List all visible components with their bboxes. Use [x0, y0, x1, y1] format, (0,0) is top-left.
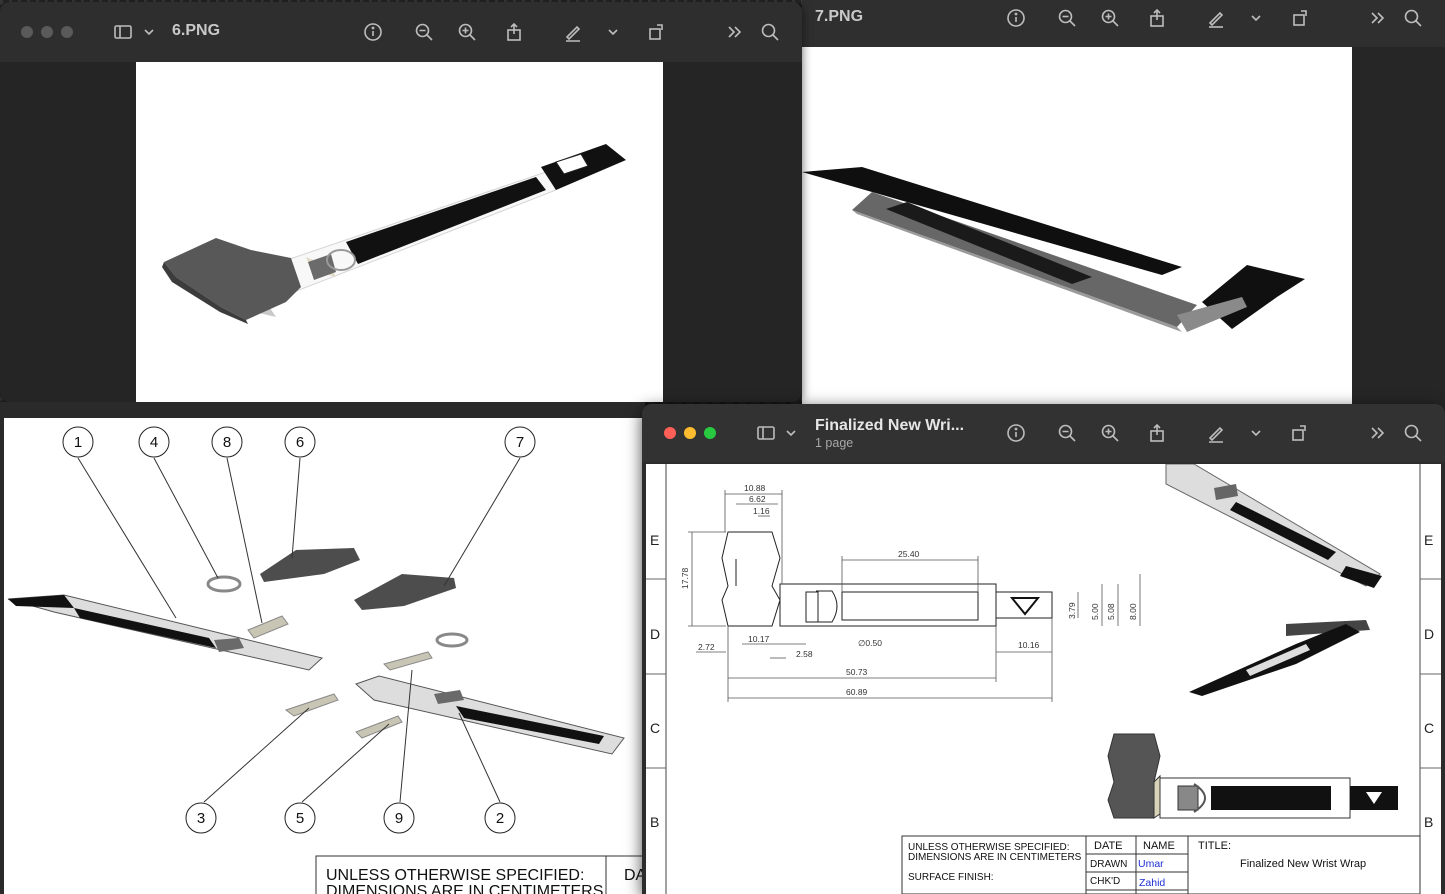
titlebar[interactable]: 6.PNG — [0, 2, 802, 62]
search-icon[interactable] — [1401, 421, 1425, 445]
search-icon[interactable] — [1401, 6, 1425, 30]
chevron-down-icon[interactable] — [137, 20, 161, 44]
notes-line-2: DIMENSIONS ARE IN CENTIMETERS — [326, 883, 603, 894]
chevron-down-icon[interactable] — [601, 20, 625, 44]
balloon-4: 4 — [150, 434, 158, 451]
dim-5-08: 5.08 — [1106, 603, 1116, 620]
share-icon[interactable] — [502, 20, 526, 44]
rotate-icon[interactable] — [1289, 6, 1313, 30]
dim-10-16: 10.16 — [1018, 640, 1040, 650]
dim-3-79: 3.79 — [1067, 602, 1077, 619]
tb-col-name: NAME — [1143, 840, 1175, 852]
dim-17-78: 17.78 — [680, 567, 690, 589]
balloon-2: 2 — [496, 810, 504, 827]
titlebar[interactable]: 7.PNG — [802, 0, 1445, 47]
markup-pen-icon[interactable] — [561, 20, 585, 44]
minimize-button[interactable] — [684, 427, 696, 439]
sidebar-icon[interactable] — [754, 421, 778, 445]
markup-pen-icon[interactable] — [1204, 6, 1228, 30]
tb-row-drawn: DRAWN — [1090, 859, 1127, 870]
tb-chkd-name: Zahid — [1139, 877, 1165, 889]
zoom-in-icon[interactable] — [455, 20, 479, 44]
dim-1-16: 1.16 — [753, 506, 770, 516]
preview-window-7[interactable]: 7.PNG — [802, 0, 1445, 405]
zoom-out-icon[interactable] — [412, 20, 436, 44]
balloon-8: 8 — [223, 434, 231, 451]
page-count: 1 page — [815, 436, 854, 450]
zoom-in-icon[interactable] — [1098, 421, 1122, 445]
chevron-down-icon[interactable] — [779, 421, 803, 445]
info-icon[interactable] — [1004, 6, 1028, 30]
window-title: 6.PNG — [172, 22, 221, 39]
minimize-button[interactable] — [41, 26, 53, 38]
balloon-6: 6 — [296, 434, 304, 451]
preview-window-6[interactable]: 6.PNG — [0, 2, 802, 402]
dim-10-17: 10.17 — [748, 634, 770, 644]
zoom-button[interactable] — [61, 26, 73, 38]
balloon-7: 7 — [516, 434, 524, 451]
info-icon[interactable] — [1004, 421, 1028, 445]
tb-title-label: TITLE: — [1198, 840, 1231, 852]
notes-line-1: UNLESS OTHERWISE SPECIFIED: — [326, 867, 584, 884]
tb-notes-line-2: DIMENSIONS ARE IN CENTIMETERS — [908, 852, 1082, 863]
dim-8-00: 8.00 — [1128, 603, 1138, 620]
tb-col-date: DATE — [1094, 840, 1123, 852]
titlebar[interactable]: Finalized New Wri... 1 page — [642, 404, 1445, 462]
more-chevrons-icon[interactable] — [1366, 6, 1390, 30]
wrist-wrap-render-side — [802, 167, 1305, 332]
image-canvas — [136, 62, 663, 402]
dim-10-88: 10.88 — [744, 483, 766, 493]
tb-surface-finish: SURFACE FINISH: — [908, 872, 994, 883]
more-chevrons-icon[interactable] — [1366, 421, 1390, 445]
image-canvas — [802, 47, 1352, 405]
zoom-out-icon[interactable] — [1055, 421, 1079, 445]
more-chevrons-icon[interactable] — [723, 20, 747, 44]
tb-drawn-name: Umar — [1138, 858, 1164, 870]
close-button[interactable] — [664, 427, 676, 439]
dim-hole-0-50: ∅0.50 — [858, 638, 882, 648]
window-title: Finalized New Wri... — [815, 417, 965, 434]
exploded-assembly-drawing: 1 4 8 6 7 3 5 9 2 UNLESS OTHERWISE SPECI… — [7, 426, 645, 894]
zoom-button[interactable] — [704, 427, 716, 439]
chevron-down-icon[interactable] — [1244, 421, 1268, 445]
dim-2-72: 2.72 — [698, 642, 715, 652]
rotate-icon[interactable] — [1288, 421, 1312, 445]
dim-25-40: 25.40 — [898, 549, 920, 559]
wrist-wrap-render-top — [162, 144, 626, 324]
close-button[interactable] — [21, 26, 33, 38]
info-icon[interactable] — [361, 20, 385, 44]
share-icon[interactable] — [1145, 6, 1169, 30]
balloon-9: 9 — [395, 810, 403, 827]
chevron-down-icon[interactable] — [1244, 6, 1268, 30]
exploded-view-window[interactable]: 1 4 8 6 7 3 5 9 2 UNLESS OTHERWISE SPECI… — [0, 402, 645, 894]
engineering-drawing: 10.88 6.62 1.16 17.78 25.40 3.79 5.00 5.… — [646, 464, 1441, 894]
tb-row-chkd: CHK'D — [1090, 876, 1120, 887]
sidebar-icon[interactable] — [111, 20, 135, 44]
preview-window-finalized[interactable]: Finalized New Wri... 1 page E D C B E D … — [642, 404, 1445, 894]
window-controls — [21, 26, 73, 38]
zoom-in-icon[interactable] — [1098, 6, 1122, 30]
balloon-5: 5 — [296, 810, 304, 827]
markup-pen-icon[interactable] — [1204, 421, 1228, 445]
tb-title-value: Finalized New Wrist Wrap — [1240, 858, 1366, 870]
dim-5-00: 5.00 — [1090, 603, 1100, 620]
balloon-3: 3 — [197, 810, 205, 827]
zoom-out-icon[interactable] — [1055, 6, 1079, 30]
window-title: 7.PNG — [815, 8, 864, 25]
dim-2-58: 2.58 — [796, 649, 813, 659]
rotate-icon[interactable] — [645, 20, 669, 44]
search-icon[interactable] — [758, 20, 782, 44]
drawing-canvas: E D C B E D C B 10.88 6.62 1.16 17.78 25… — [646, 464, 1441, 894]
window-controls — [664, 427, 716, 439]
exploded-drawing-canvas: 1 4 8 6 7 3 5 9 2 UNLESS OTHERWISE SPECI… — [4, 418, 645, 894]
share-icon[interactable] — [1145, 421, 1169, 445]
dim-60-89: 60.89 — [846, 687, 868, 697]
balloon-1: 1 — [74, 434, 82, 451]
dim-6-62: 6.62 — [749, 494, 766, 504]
dim-50-73: 50.73 — [846, 667, 868, 677]
canvas-gutter — [1352, 47, 1445, 405]
